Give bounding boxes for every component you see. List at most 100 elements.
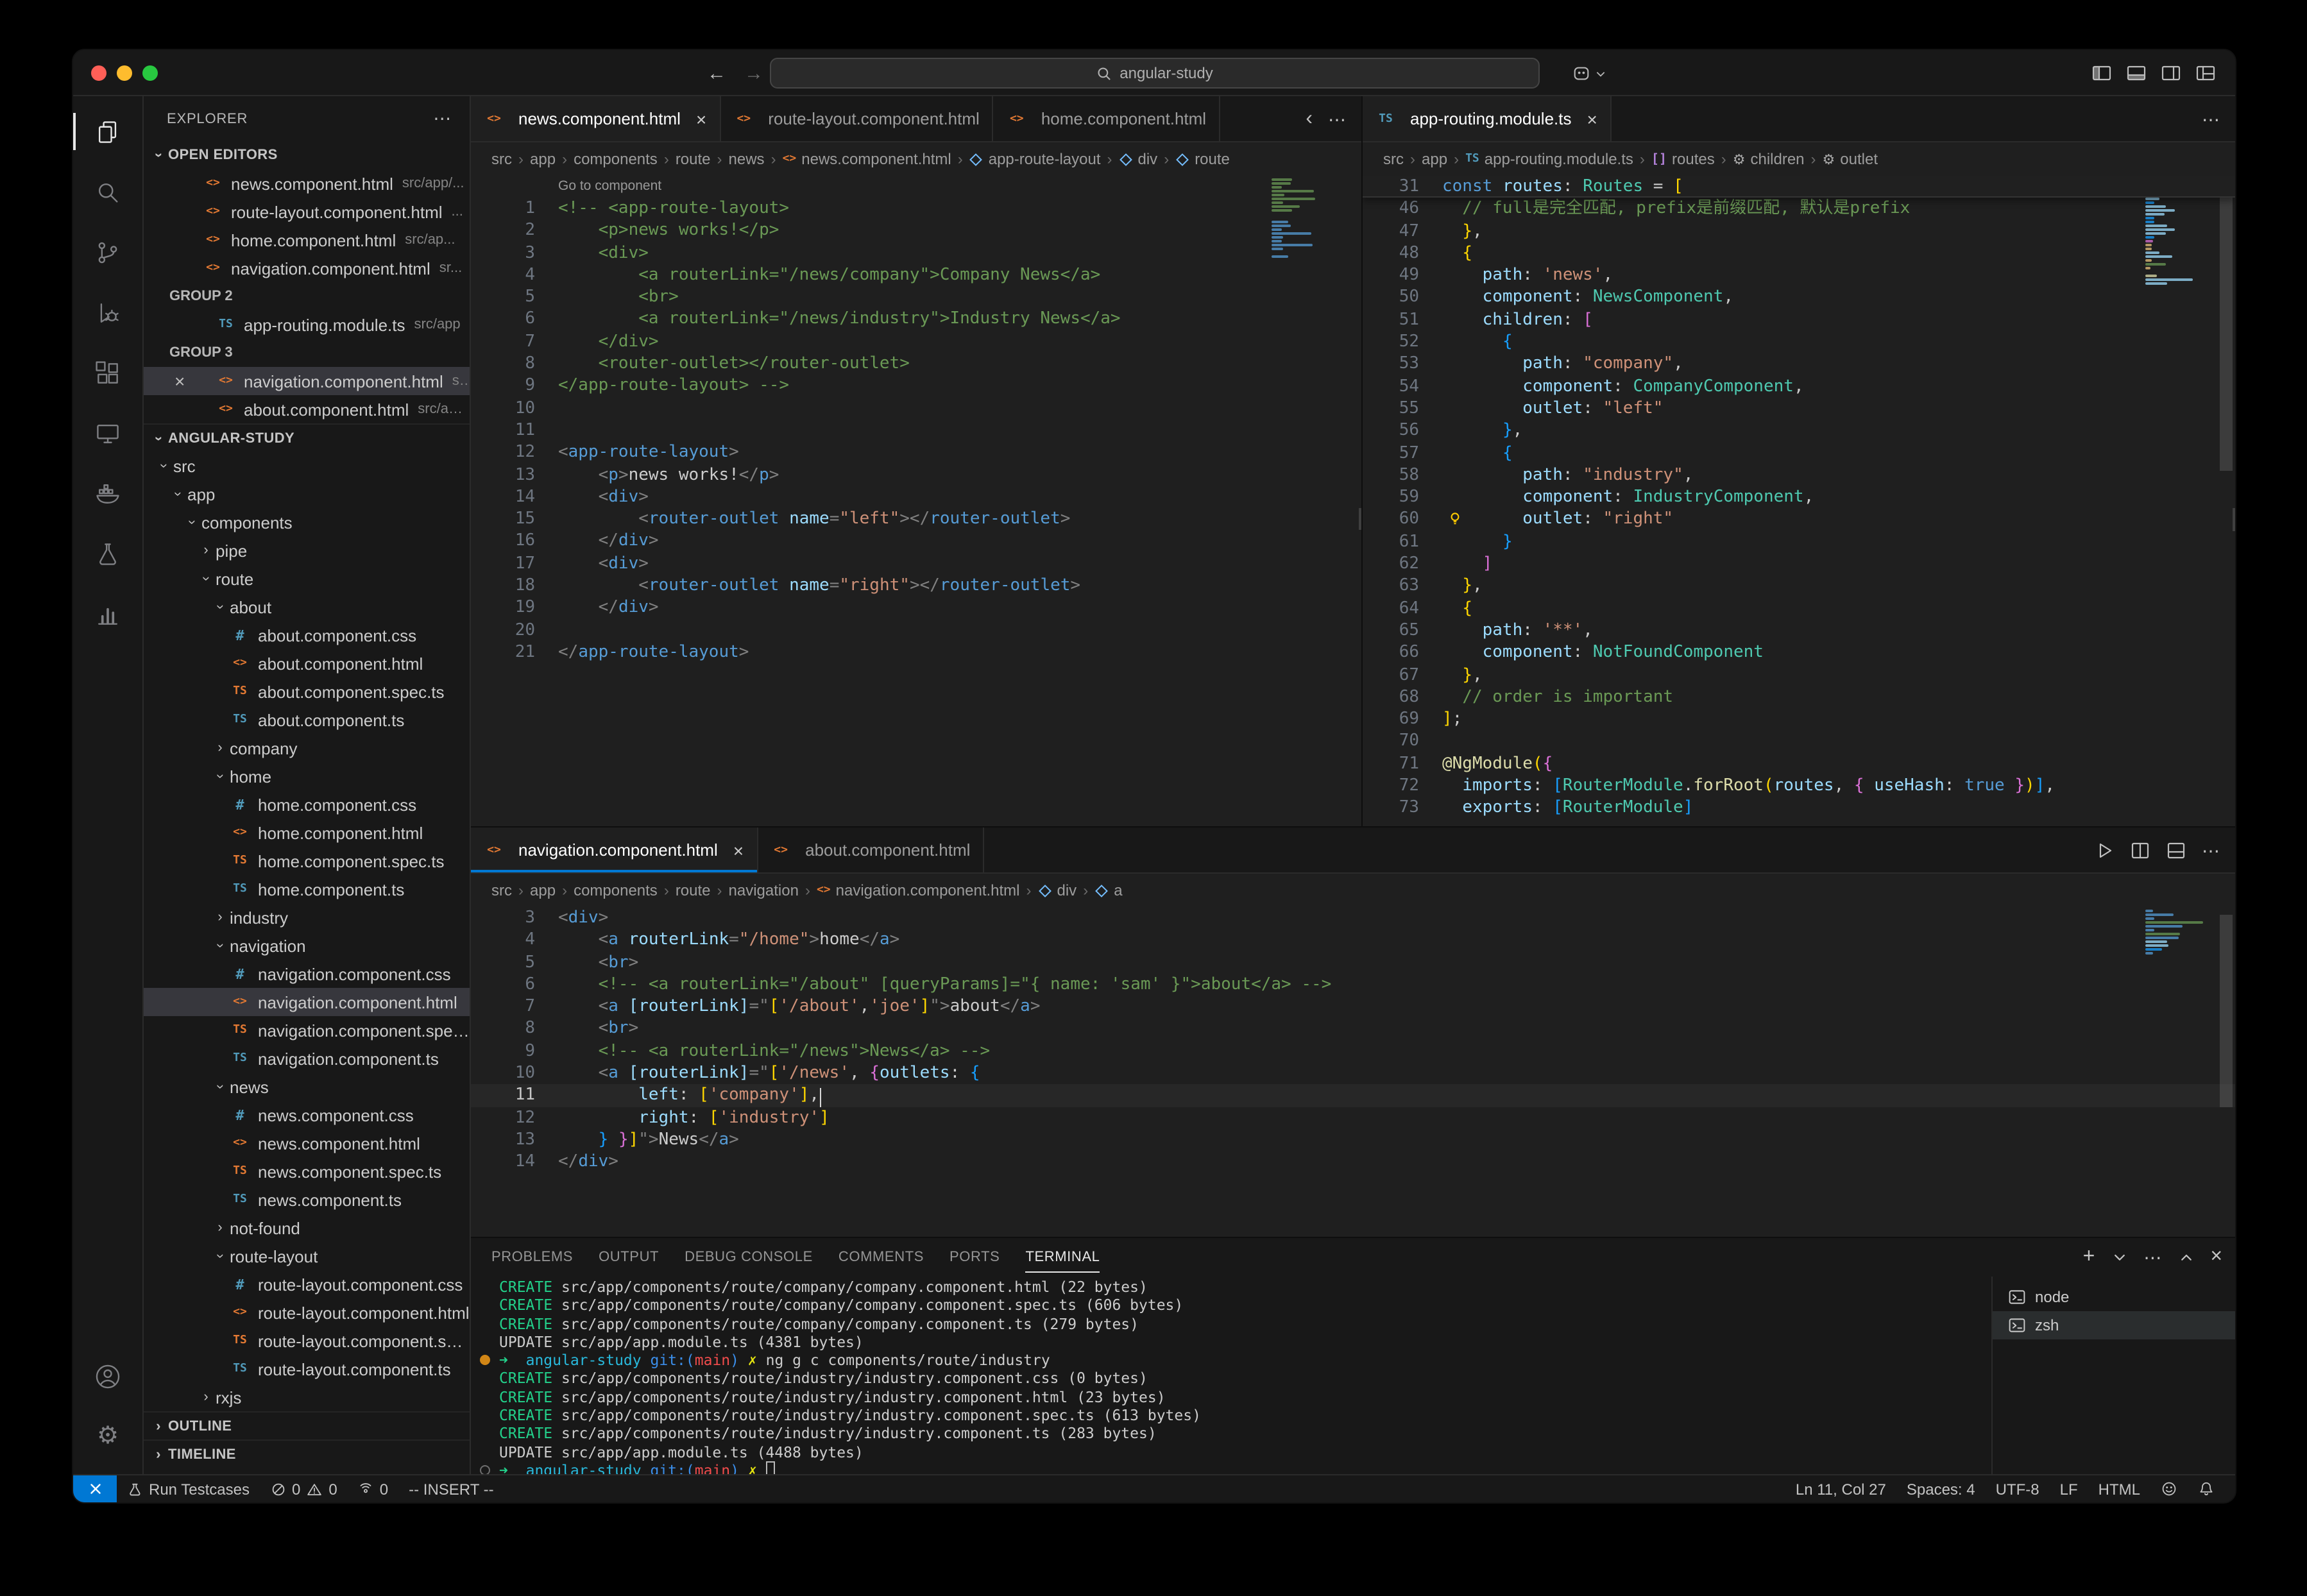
activity-search[interactable] [73, 162, 142, 222]
panel-tab-comments[interactable]: COMMENTS [839, 1238, 924, 1277]
close-window-button[interactable] [91, 65, 106, 81]
breadcrumb-item[interactable]: components [574, 881, 658, 899]
activity-docker[interactable] [73, 463, 142, 523]
tree-file-home.component.ts[interactable]: TS home.component.ts [144, 875, 470, 903]
breadcrumb-item[interactable]: src [491, 881, 512, 899]
breadcrumb-item[interactable]: TS app-routing.module.ts [1465, 150, 1633, 168]
back-button[interactable]: ← [707, 62, 726, 84]
tree-file-news.component.spec.ts[interactable]: TS news.component.spec.ts [144, 1157, 470, 1185]
breadcrumb-item[interactable]: news [729, 150, 765, 168]
more-icon[interactable]: ⋯ [2143, 1248, 2161, 1266]
minimize-window-button[interactable] [117, 65, 132, 81]
close-tab-icon[interactable]: × [733, 840, 744, 860]
tree-file-news.component.css[interactable]: # news.component.css [144, 1101, 470, 1129]
breadcrumb-item[interactable]: route [676, 150, 711, 168]
status-eol[interactable]: LF [2050, 1480, 2088, 1498]
tree-file-navigation.component.css[interactable]: # navigation.component.css [144, 960, 470, 988]
tree-file-home.component.html[interactable]: <> home.component.html [144, 819, 470, 847]
lightbulb-icon[interactable] [1447, 511, 1463, 527]
more-icon[interactable]: ⋯ [2202, 841, 2220, 859]
close-icon[interactable]: × [2210, 1246, 2222, 1268]
tree-file-navigation.component.html[interactable]: <> navigation.component.html [144, 988, 470, 1016]
code-editor-g1[interactable]: Go to component 1 <!-- <app-route-layout> 2… [471, 176, 1361, 826]
activity-source-control[interactable] [73, 222, 142, 282]
status-encoding[interactable]: UTF-8 [1986, 1480, 2050, 1498]
tab-route-layout.component.html[interactable]: <> route-layout.component.html [720, 96, 994, 141]
activity-settings[interactable]: ⚙ [73, 1406, 142, 1466]
tab-about.component.html[interactable]: <> about.component.html [758, 828, 985, 872]
breadcrumb-item[interactable]: app [530, 150, 556, 168]
tree-folder-src[interactable]: › src [144, 452, 470, 480]
breadcrumb-item[interactable]: div [1119, 150, 1157, 168]
tab-navigation.component.html[interactable]: <> navigation.component.html × [471, 828, 758, 872]
activity-graph[interactable] [73, 584, 142, 644]
panel-tab-terminal[interactable]: TERMINAL [1025, 1238, 1100, 1277]
plus-icon[interactable]: + [2083, 1246, 2095, 1268]
tree-folder-rxjs[interactable]: › rxjs [144, 1383, 470, 1411]
section-timeline[interactable]: › TIMELINE [144, 1439, 470, 1468]
forward-button[interactable]: → [744, 62, 763, 84]
breadcrumb-item[interactable]: <> news.component.html [783, 150, 951, 168]
tree-folder-news[interactable]: › news [144, 1073, 470, 1101]
status-ports[interactable]: 0 [348, 1475, 398, 1502]
toggle-layout-icon[interactable] [2166, 840, 2186, 860]
breadcrumb-item[interactable]: app [530, 881, 556, 899]
panel-tab-output[interactable]: OUTPUT [599, 1238, 659, 1277]
copilot-menu[interactable] [1572, 58, 1606, 89]
command-decoration-icon[interactable] [480, 1355, 490, 1366]
tree-file-about.component.css[interactable]: # about.component.css [144, 621, 470, 649]
tree-file-route-layout.component.html[interactable]: <> route-layout.component.html [144, 1298, 470, 1327]
status-vim-mode[interactable]: -- INSERT -- [398, 1475, 504, 1502]
code-editor-g2[interactable]: 31 const routes: Routes = [46 // full是完全匹… [1363, 176, 2235, 826]
project-section-header[interactable]: › ANGULAR-STUDY [144, 423, 470, 452]
tree-file-about.component.spec.ts[interactable]: TS about.component.spec.ts [144, 677, 470, 706]
tree-file-route-layout.component.spec.ts[interactable]: TS route-layout.component.spec.ts [144, 1327, 470, 1355]
panel-tab-ports[interactable]: PORTS [949, 1238, 1000, 1277]
chevron-left-icon[interactable]: ‹ [1306, 108, 1313, 129]
tree-file-news.component.ts[interactable]: TS news.component.ts [144, 1185, 470, 1214]
breadcrumb[interactable]: src › app › components › route › news › <> news.com… [471, 142, 1361, 176]
chevron-up-icon[interactable] [2178, 1250, 2193, 1265]
activity-extensions[interactable] [73, 343, 142, 403]
layout-sidebar-right-icon[interactable] [2161, 63, 2181, 83]
status-run-testcases[interactable]: Run Testcases [117, 1475, 260, 1502]
breadcrumb-item[interactable]: route [676, 881, 711, 899]
activity-run-debug[interactable] [73, 282, 142, 343]
breadcrumb-item[interactable]: route [1175, 150, 1230, 168]
terminal-instance-zsh[interactable]: zsh [1993, 1311, 2235, 1339]
scrollbar[interactable] [2217, 907, 2235, 1237]
breadcrumb-item[interactable]: ⚙ outlet [1823, 150, 1878, 168]
tab-app-routing.module.ts[interactable]: TS app-routing.module.ts × [1363, 96, 1612, 141]
close-icon[interactable]: × [175, 367, 185, 395]
tree-folder-navigation[interactable]: › navigation [144, 931, 470, 960]
breadcrumb-item[interactable]: src [491, 150, 512, 168]
breadcrumb-item[interactable]: app-route-layout [969, 150, 1101, 168]
breadcrumb-item[interactable]: navigation [729, 881, 799, 899]
open-editors-header[interactable]: › OPEN EDITORS [144, 141, 470, 169]
tree-folder-route[interactable]: › route [144, 565, 470, 593]
status-problems[interactable]: 00 [260, 1475, 348, 1502]
open-editor-item[interactable]: TS app-routing.module.ts src/app [144, 310, 470, 339]
breadcrumb-item[interactable]: ⚙ children [1733, 150, 1805, 168]
close-tab-icon[interactable]: × [1587, 108, 1597, 129]
minimap[interactable] [1272, 178, 1343, 259]
activity-explorer[interactable] [73, 101, 142, 162]
tab-home.component.html[interactable]: <> home.component.html [993, 96, 1221, 141]
tree-file-route-layout.component.css[interactable]: # route-layout.component.css [144, 1270, 470, 1298]
command-decoration-icon[interactable] [480, 1464, 490, 1474]
layout-sidebar-left-icon[interactable] [2091, 63, 2112, 83]
breadcrumb-item[interactable]: components [574, 150, 658, 168]
minimap[interactable] [2145, 910, 2217, 956]
tree-file-navigation.component.ts[interactable]: TS navigation.component.ts [144, 1044, 470, 1073]
open-editor-item[interactable]: × <> navigation.component.html sr... [144, 367, 470, 395]
section-outline[interactable]: › OUTLINE [144, 1411, 470, 1439]
panel-tab-debug-console[interactable]: DEBUG CONSOLE [685, 1238, 813, 1277]
open-editor-item[interactable]: <> navigation.component.html sr... [144, 254, 470, 282]
open-editor-item[interactable]: <> news.component.html src/app/... [144, 169, 470, 198]
more-icon[interactable]: ⋯ [2202, 110, 2220, 128]
open-editor-item[interactable]: <> route-layout.component.html... [144, 198, 470, 226]
breadcrumb[interactable]: src › app › components › route › navigation › <> na… [471, 874, 2235, 907]
command-center-search[interactable]: angular-study [769, 58, 1539, 89]
tree-folder-pipe[interactable]: › pipe [144, 536, 470, 565]
scrollbar[interactable] [1343, 176, 1361, 826]
